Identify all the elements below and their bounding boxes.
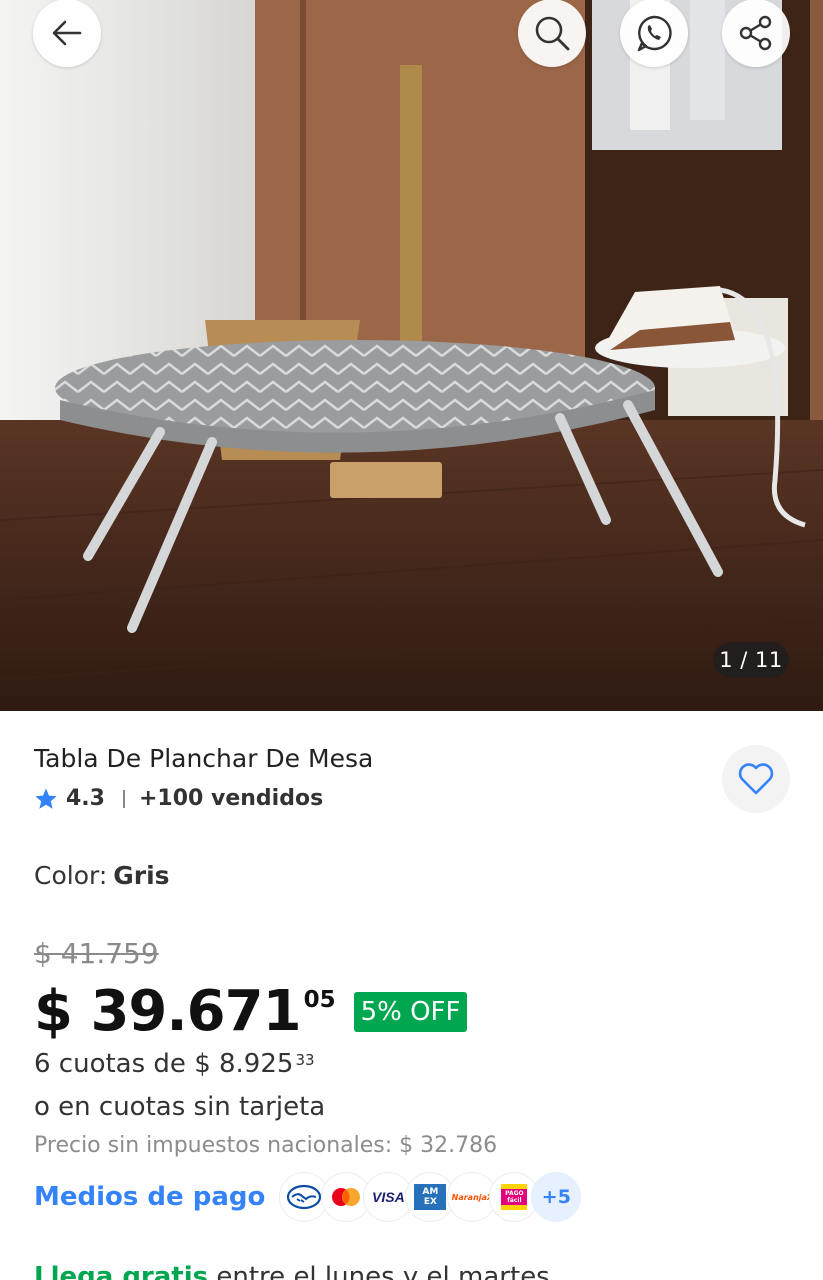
shipping-info: Llega gratis entre el lunes y el martes <box>34 1262 550 1280</box>
color-label: Color: <box>34 861 108 890</box>
installments-text: 6 cuotas de $ 8.925 33 <box>34 1049 315 1079</box>
current-price-cents: 05 <box>303 987 336 1013</box>
original-price: $ 41.759 <box>34 937 159 970</box>
product-photo <box>0 0 823 711</box>
free-shipping-label: Llega gratis <box>34 1262 209 1280</box>
product-image-gallery[interactable]: 1 / 11 <box>0 0 823 711</box>
whatsapp-icon <box>637 15 672 52</box>
discount-badge: 5% OFF <box>353 992 468 1032</box>
back-button[interactable] <box>33 0 101 67</box>
payment-methods-link[interactable]: Medios de pago <box>34 1182 265 1212</box>
image-counter: 1 / 11 <box>713 642 789 678</box>
more-payment-methods-badge[interactable]: +5 <box>531 1172 582 1222</box>
color-value: Gris <box>113 861 170 890</box>
price-without-taxes: Precio sin impuestos nacionales: $ 32.78… <box>34 1133 498 1158</box>
payment-methods-row[interactable]: Medios de pago VISA AM EX NaranjaX PAGO … <box>34 1172 582 1222</box>
installments-cents: 33 <box>295 1051 315 1069</box>
search-button[interactable] <box>518 0 586 67</box>
star-icon <box>35 788 57 809</box>
search-icon <box>535 16 570 51</box>
whatsapp-button[interactable] <box>620 0 688 67</box>
product-title: Tabla De Planchar De Mesa <box>34 744 374 773</box>
favorite-button[interactable] <box>722 745 790 813</box>
share-button[interactable] <box>722 0 790 67</box>
divider <box>122 789 125 808</box>
share-icon <box>739 15 772 51</box>
installments-amount: 6 cuotas de $ 8.925 <box>34 1049 294 1079</box>
back-arrow-icon <box>52 20 82 46</box>
rating-value: 4.3 <box>66 786 105 811</box>
no-card-installments: o en cuotas sin tarjeta <box>34 1092 326 1122</box>
heart-icon <box>738 763 774 795</box>
price-row: $ 39.671 05 5% OFF <box>34 978 468 1046</box>
color-selector[interactable]: Color: Gris <box>34 861 170 890</box>
rating-row[interactable]: 4.3 +100 vendidos <box>34 786 323 811</box>
current-price: $ 39.671 <box>34 979 302 1044</box>
shipping-dates: entre el lunes y el martes <box>208 1262 550 1280</box>
sold-count: +100 vendidos <box>138 786 324 811</box>
